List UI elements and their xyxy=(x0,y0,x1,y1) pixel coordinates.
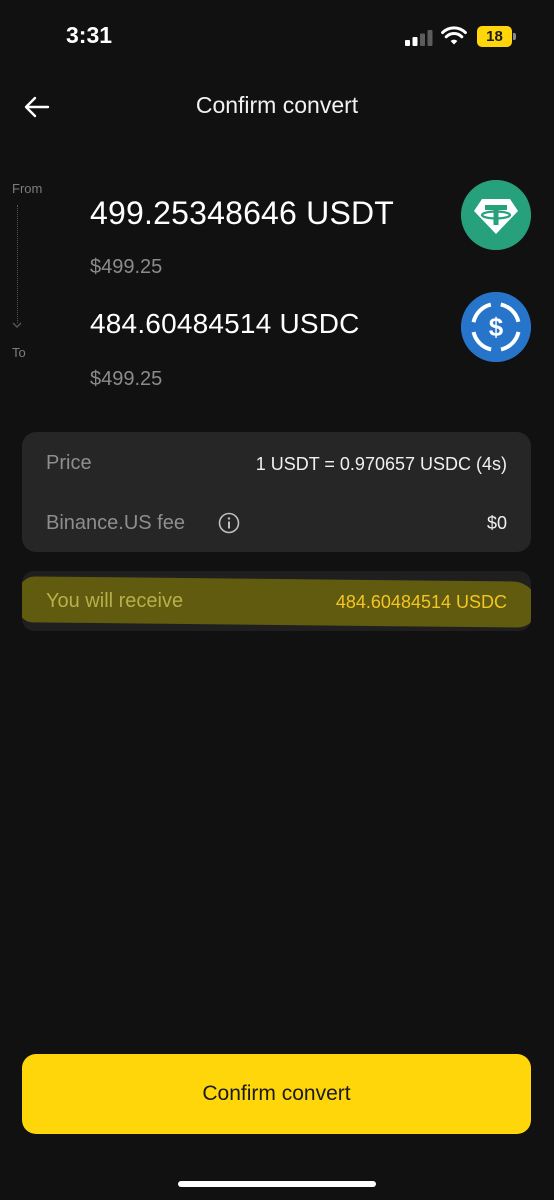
battery-cap xyxy=(513,33,516,40)
fee-label: Binance.US fee xyxy=(46,512,185,534)
battery-icon: 18 xyxy=(477,26,517,47)
battery-level: 18 xyxy=(477,26,512,47)
chevron-down-icon xyxy=(12,322,22,328)
receive-summary-card: You will receive 484.60484514 USDC xyxy=(22,571,531,631)
from-to-connector xyxy=(17,205,18,323)
receive-value: 484.60484514 USDC xyxy=(335,592,507,612)
from-label: From xyxy=(12,181,43,196)
tether-icon xyxy=(461,180,531,250)
signal-icon xyxy=(405,30,433,46)
page-title: Confirm convert xyxy=(195,92,359,118)
to-label: To xyxy=(12,345,26,360)
to-amount: 484.60484514 USDC xyxy=(90,308,360,339)
info-icon[interactable] xyxy=(218,512,240,534)
price-label: Price xyxy=(46,452,92,474)
from-amount: 499.25348646 USDT xyxy=(90,195,395,231)
conversion-details-card: Price 1 USDT = 0.970657 USDC (4s) Binanc… xyxy=(22,432,531,552)
from-fiat-value: $499.25 xyxy=(90,256,163,278)
fee-value: $0 xyxy=(486,513,507,533)
wifi-icon xyxy=(441,26,467,45)
price-value: 1 USDT = 0.970657 USDC (4s) xyxy=(255,454,507,474)
to-fiat-value: $499.25 xyxy=(90,368,163,390)
home-indicator[interactable] xyxy=(178,1181,376,1187)
svg-text:$: $ xyxy=(489,312,504,342)
status-time: 3:31 xyxy=(66,22,113,48)
usdc-icon: $ xyxy=(461,292,531,362)
confirm-convert-screen: 3:31 18 Confirm convert From To 499.2534… xyxy=(0,0,554,1200)
confirm-convert-button[interactable]: Confirm convert xyxy=(22,1054,531,1134)
receive-label: You will receive xyxy=(46,590,184,612)
